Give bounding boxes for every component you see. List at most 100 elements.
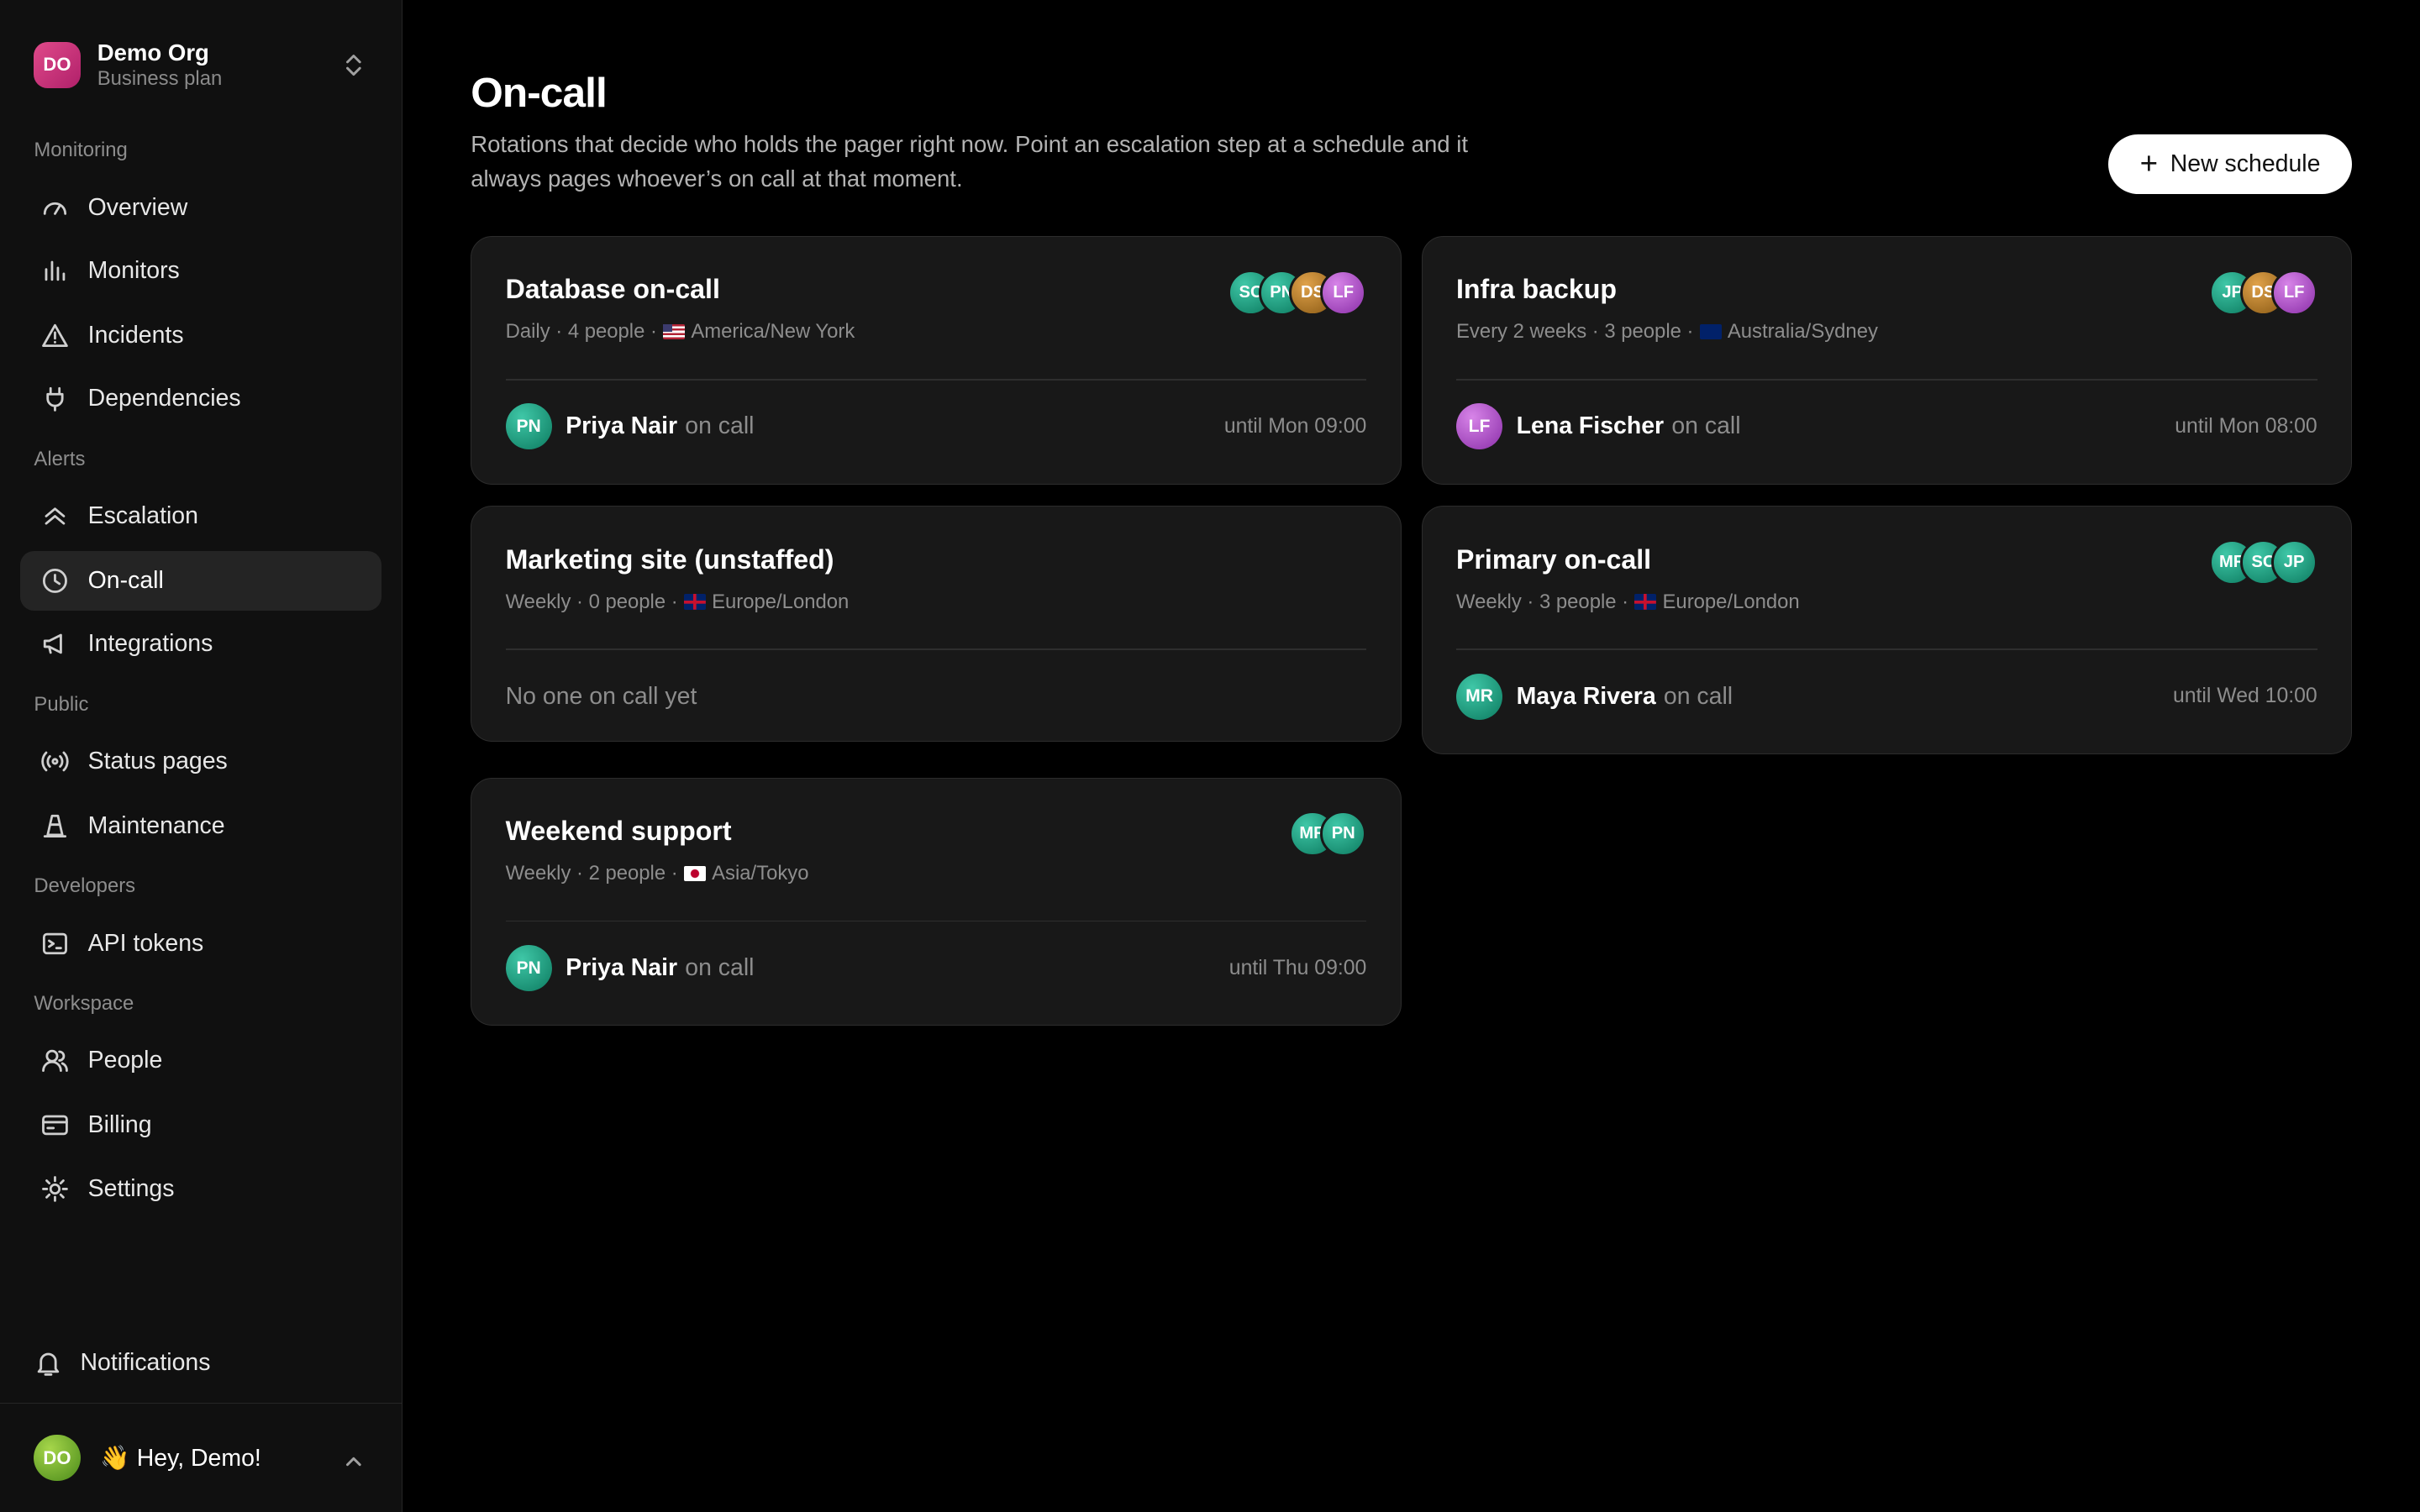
schedule-meta-prefix: Daily · 4 people · [505,320,657,344]
avatar: MR [1456,673,1503,720]
schedule-title: Primary on-call [1456,543,1652,575]
oncall-name: Lena Fischer [1516,412,1665,440]
org-name: Demo Org [97,39,209,66]
traffic-cone-icon [40,811,70,841]
broadcast-icon [40,747,70,776]
sidebar-item-maintenance[interactable]: Maintenance [20,796,381,857]
chevron-up-down-icon [343,51,365,86]
schedule-meta-prefix: Every 2 weeks · 3 people · [1456,320,1694,344]
notifications-label: Notifications [80,1349,211,1377]
notifications-button[interactable]: Notifications [34,1348,210,1378]
card-divider [1456,648,2317,651]
sidebar-item-dependencies[interactable]: Dependencies [20,369,381,429]
oncall-name: Priya Nair [566,412,678,440]
sidebar-item-label: Status pages [87,747,228,774]
schedule-card[interactable]: Weekend support MR PN Weekly · 2 people … [471,777,1402,1026]
oncall-label: on call [685,412,755,440]
gb-flag-icon [1634,594,1657,610]
oncall-until: until Mon 09:00 [1223,414,1367,438]
schedule-title: Weekend support [505,815,732,846]
bar-chart-icon [40,256,70,286]
schedule-meta: Daily · 4 people · America/New York [506,320,855,344]
card-divider [1456,378,2317,381]
sidebar-item-status-pages[interactable]: Status pages [20,732,381,792]
schedule-timezone: America/New York [691,320,855,344]
sidebar-item-label: On-call [87,567,164,594]
section-alerts: Alerts [34,447,86,470]
sidebar-divider [0,1402,403,1404]
sidebar-item-overview[interactable]: Overview [20,177,381,238]
avatar: LF [1320,269,1367,316]
new-schedule-button[interactable]: + New schedule [2107,134,2353,195]
card-divider [505,378,1367,381]
oncall-row: No one on call yet [506,674,1367,720]
oncall-until: until Thu 09:00 [1228,956,1367,979]
avatar: PN [1320,811,1367,858]
us-flag-icon [663,323,685,340]
sidebar-item-billing[interactable]: Billing [20,1095,381,1156]
plus-icon: + [2139,146,2159,181]
oncall-until: until Mon 08:00 [2175,414,2317,438]
sidebar-item-label: Escalation [87,501,198,529]
member-avatars: MR PN [1289,811,1367,858]
sidebar-item-oncall[interactable]: On-call [19,550,381,612]
sidebar-item-escalation[interactable]: Escalation [20,486,381,547]
oncall-name: Priya Nair [566,954,678,982]
sidebar-item-label: Billing [87,1111,152,1139]
chevrons-up-icon [40,501,70,531]
schedule-timezone: Europe/London [712,590,850,613]
section-developers: Developers [34,874,136,898]
oncall-row: MR Maya Rivera on call until Wed 10:00 [1456,673,2317,720]
card-divider [505,920,1367,922]
oncall-row: PN Priya Nair on call until Thu 09:00 [505,945,1367,992]
schedule-timezone: Europe/London [1662,590,1800,613]
org-avatar: DO [34,41,81,88]
sidebar: DO Demo Org Business plan Monitoring Ove… [0,0,403,1512]
user-menu[interactable]: DO 👋 Hey, Demo! [34,1435,370,1482]
schedule-card[interactable]: Infra backup JP DS LF Every 2 weeks · 3 … [1421,236,2353,485]
sidebar-item-integrations[interactable]: Integrations [20,614,381,675]
schedule-title: Database on-call [505,274,720,305]
schedule-card[interactable]: Primary on-call MR SC JP Weekly · 3 peop… [1421,506,2353,755]
sidebar-item-monitors[interactable]: Monitors [20,241,381,302]
warning-icon [40,321,70,350]
sidebar-item-settings[interactable]: Settings [20,1158,381,1219]
oncall-label: on call [1663,682,1733,710]
member-avatars: JP DS LF [2209,269,2317,316]
chevron-up-icon [343,1449,365,1478]
schedule-card[interactable]: Database on-call SC PN DS LF Daily · 4 p… [471,236,1402,485]
card-divider [505,648,1367,651]
oncall-name: Maya Rivera [1516,682,1656,710]
section-public: Public [34,692,89,716]
sidebar-item-label: Maintenance [87,812,225,840]
jp-flag-icon [684,865,706,882]
sidebar-item-incidents[interactable]: Incidents [20,306,381,366]
oncall-label: on call [685,954,755,982]
schedule-meta-prefix: Weekly · 3 people · [1456,590,1629,613]
avatar: JP [2270,539,2317,586]
oncall-until: until Wed 10:00 [2172,685,2317,708]
new-schedule-label: New schedule [2170,150,2321,178]
au-flag-icon [1699,323,1722,340]
sidebar-item-label: Incidents [87,321,184,349]
terminal-icon [40,929,70,958]
sidebar-item-label: Integrations [87,630,213,658]
sidebar-item-people[interactable]: People [20,1031,381,1091]
bell-icon [34,1348,63,1378]
schedule-timezone: Asia/Tokyo [712,861,809,885]
sidebar-item-label: People [87,1047,163,1074]
user-greeting: 👋 Hey, Demo! [100,1444,261,1472]
page-description: Rotations that decide who holds the page… [471,131,1469,192]
schedule-meta: Every 2 weeks · 3 people · Australia/Syd… [1456,320,1878,344]
sidebar-item-label: Settings [87,1174,175,1202]
schedule-card[interactable]: Marketing site (unstaffed) Weekly · 0 pe… [471,506,1402,743]
section-workspace: Workspace [34,991,134,1015]
sidebar-item-label: Overview [87,193,188,221]
avatar: PN [505,945,552,992]
page-title: On-call [471,68,608,116]
gb-flag-icon [684,594,706,610]
oncall-label: on call [1671,412,1741,440]
org-switcher[interactable]: DO Demo Org Business plan [34,39,370,91]
sidebar-item-api-tokens[interactable]: API tokens [20,913,381,974]
gauge-icon [40,193,70,223]
